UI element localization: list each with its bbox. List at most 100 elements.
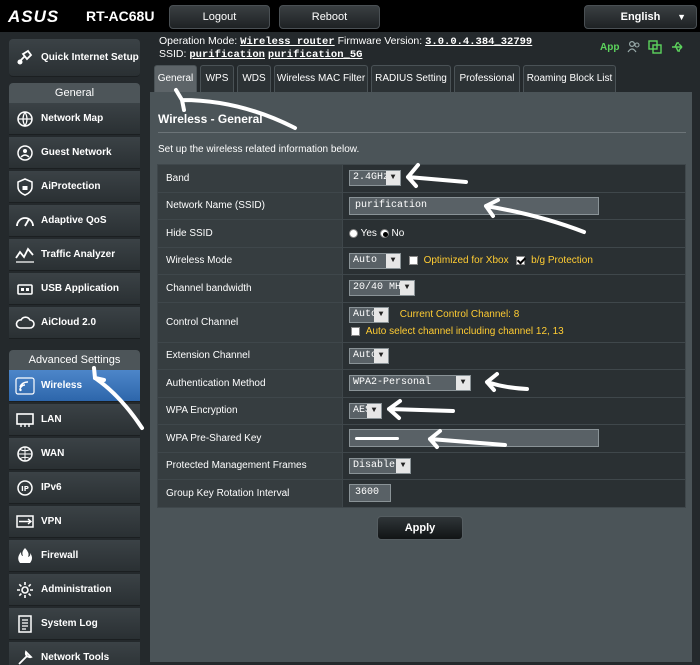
table-row: Wireless Mode Auto ▼ Optimized for Xbox …	[157, 246, 686, 275]
clients-icon[interactable]	[627, 40, 641, 54]
copy-status-icon[interactable]	[648, 40, 662, 54]
rekey-interval-input[interactable]: 3600	[349, 484, 391, 503]
sidebar-item-label: AiCloud 2.0	[41, 317, 97, 328]
sidebar-item-usb-application[interactable]: USB Application	[9, 273, 140, 305]
tab-wps[interactable]: WPS	[200, 65, 234, 92]
general-header: General	[9, 83, 140, 103]
sidebar-item-label: Network Map	[41, 113, 104, 124]
language-select[interactable]: English ▼	[584, 5, 697, 29]
table-row: Band 2.4GHz ▼	[157, 164, 686, 193]
sidebar-item-label: Administration	[41, 584, 112, 595]
wireless-mode-value: Auto	[353, 254, 378, 266]
ssid-link-24[interactable]: purification	[189, 49, 265, 61]
auto-select-channel-label: Auto select channel including channel 12…	[365, 325, 564, 337]
sidebar-item-traffic-analyzer[interactable]: Traffic Analyzer	[9, 239, 140, 271]
sidebar-item-label: AiProtection	[41, 181, 101, 192]
title-divider	[158, 132, 686, 133]
auth-method-value: WPA2-Personal	[353, 377, 432, 389]
system-log-icon	[14, 614, 36, 634]
tab-radius-setting[interactable]: RADIUS Setting	[371, 65, 451, 92]
sidebar-item-ipv6[interactable]: IP IPv6	[9, 472, 140, 504]
firewall-icon	[14, 546, 36, 566]
firmware-label: Firmware Version:	[337, 35, 423, 47]
sidebar-item-wireless[interactable]: Wireless	[9, 370, 140, 402]
sidebar-item-aicloud[interactable]: AiCloud 2.0	[9, 307, 140, 339]
wireless-mode-label: Wireless Mode	[157, 246, 343, 275]
ssid-label: SSID:	[159, 48, 187, 60]
table-row: Control Channel Auto ▼ Current Control C…	[157, 301, 686, 343]
administration-icon	[14, 580, 36, 600]
quick-internet-setup[interactable]: Quick Internet Setup	[9, 39, 140, 77]
ssid-input[interactable]: purification	[349, 196, 599, 215]
sidebar-item-aiprotection[interactable]: AiProtection	[9, 171, 140, 203]
wan-globe-icon	[14, 444, 36, 464]
pmf-label: Protected Management Frames	[157, 451, 343, 480]
cloud-icon	[14, 313, 36, 333]
ssid-line: SSID: purification purification_5G	[159, 48, 362, 61]
operation-mode-link[interactable]: Wireless router	[240, 36, 335, 48]
auto-select-channel-checkbox[interactable]	[351, 326, 360, 336]
sidebar-item-label: USB Application	[41, 283, 119, 294]
sidebar-item-administration[interactable]: Administration	[9, 574, 140, 606]
ssid-link-5g[interactable]: purification_5G	[268, 49, 363, 61]
chevron-down-icon: ▼	[367, 403, 381, 418]
reboot-button[interactable]: Reboot	[279, 5, 380, 29]
usb-status-icon[interactable]	[670, 40, 684, 54]
sidebar-item-guest-network[interactable]: Guest Network	[9, 137, 140, 169]
table-row: Protected Management Frames Disable ▼	[157, 451, 686, 480]
extension-channel-select[interactable]: Auto ▼	[349, 347, 389, 364]
svg-text:IP: IP	[21, 485, 29, 493]
tab-wds[interactable]: WDS	[237, 65, 271, 92]
xbox-checkbox[interactable]	[408, 256, 418, 266]
page-description: Set up the wireless related information …	[158, 144, 360, 155]
chevron-down-icon: ▼	[396, 458, 410, 473]
sidebar-item-system-log[interactable]: System Log	[9, 608, 140, 640]
band-value: 2.4GHz	[353, 172, 390, 184]
wifi-icon	[14, 376, 36, 396]
hide-ssid-no-radio[interactable]	[379, 228, 389, 238]
chevron-down-icon: ▼	[386, 171, 400, 186]
control-channel-label: Control Channel	[157, 301, 343, 343]
table-row: Hide SSID Yes No	[157, 219, 686, 248]
tab-roaming-block-list[interactable]: Roaming Block List	[523, 65, 616, 92]
wireless-mode-select[interactable]: Auto ▼	[349, 252, 401, 269]
pmf-select[interactable]: Disable ▼	[349, 457, 411, 474]
rekey-interval-label: Group Key Rotation Interval	[157, 479, 343, 508]
tab-professional[interactable]: Professional	[454, 65, 520, 92]
firmware-link[interactable]: 3.0.0.4.384_32799	[425, 36, 532, 48]
table-row: Channel bandwidth 20/40 MHz ▼	[157, 274, 686, 303]
sidebar-item-label: Firewall	[41, 550, 79, 561]
app-link[interactable]: App	[600, 42, 619, 53]
sidebar-item-label: LAN	[41, 414, 62, 425]
channel-bandwidth-label: Channel bandwidth	[157, 274, 343, 303]
sidebar-item-label: Adaptive QoS	[41, 215, 107, 226]
sidebar-item-wan[interactable]: WAN	[9, 438, 140, 470]
table-row: Extension Channel Auto ▼	[157, 341, 686, 370]
auth-method-label: Authentication Method	[157, 369, 343, 398]
sidebar-item-vpn[interactable]: VPN	[9, 506, 140, 538]
channel-bandwidth-value: 20/40 MHz	[353, 282, 408, 294]
logout-button[interactable]: Logout	[169, 5, 270, 29]
tab-wireless-mac-filter[interactable]: Wireless MAC Filter	[274, 65, 368, 92]
bg-protection-checkbox[interactable]	[516, 256, 526, 266]
sidebar-item-network-map[interactable]: Network Map	[9, 103, 140, 135]
hide-ssid-label: Hide SSID	[157, 219, 343, 248]
ssid-field-label: Network Name (SSID)	[157, 191, 343, 220]
band-select[interactable]: 2.4GHz ▼	[349, 170, 401, 187]
chevron-down-icon: ▼	[374, 348, 388, 363]
wpa-encryption-select[interactable]: AES ▼	[349, 402, 382, 419]
tab-general[interactable]: General	[154, 65, 197, 92]
sidebar-item-firewall[interactable]: Firewall	[9, 540, 140, 572]
auth-method-select[interactable]: WPA2-Personal ▼	[349, 375, 471, 392]
sidebar-item-adaptive-qos[interactable]: Adaptive QoS	[9, 205, 140, 237]
sidebar-item-label: Wireless	[41, 380, 83, 391]
sidebar-item-network-tools[interactable]: Network Tools	[9, 642, 140, 665]
hide-ssid-yes-radio[interactable]	[349, 228, 358, 238]
network-map-icon	[14, 109, 36, 129]
qos-icon	[14, 211, 36, 231]
apply-button[interactable]: Apply	[377, 516, 463, 540]
control-channel-select[interactable]: Auto ▼	[349, 306, 389, 323]
router-model: RT-AC68U	[86, 8, 155, 24]
sidebar-item-lan[interactable]: LAN	[9, 404, 140, 436]
channel-bandwidth-select[interactable]: 20/40 MHz ▼	[349, 280, 415, 297]
